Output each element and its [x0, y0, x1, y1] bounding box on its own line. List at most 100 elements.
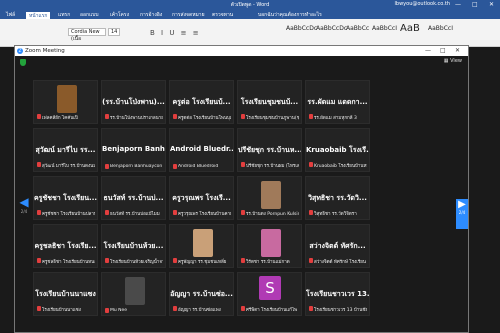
muted-mic-icon	[37, 162, 41, 167]
tab-references[interactable]: การอ้างอิง	[140, 11, 162, 19]
participant-tile[interactable]: ครูพัญญา รร.ชุมชนเหลี่ย	[169, 224, 234, 268]
participant-label-text: โรงเรียนบ้านห้วยเจริญน้ำจา	[110, 260, 163, 265]
participant-display-name: โรงเรียนบ้านห้วย...	[103, 242, 164, 250]
participant-label-text: ศรีพิดา โรงเรียนบ้านแก้ไพ	[246, 308, 298, 313]
page-indicator-right: 2/4	[458, 210, 466, 215]
muted-mic-icon	[241, 114, 245, 119]
ribbon: Cordia New (เนื้อ 14 B I U ≡ ≡ AaBbCcDc …	[0, 19, 500, 47]
participant-tile[interactable]: ครูชลธิชา โรงเรีย... ครูชลธิชา โรงเรียนบ้…	[33, 224, 98, 268]
muted-mic-icon	[309, 210, 313, 215]
participant-label-text: ครูชัชชา โรงเรียนบ้านปลาหัวแท่	[42, 212, 95, 217]
participant-display-name: Benjaporn Banh...	[102, 145, 165, 153]
participant-tile[interactable]: โรงเรียนชาวเวร 13... โรงเรียนชาวเวร 13 บ้…	[305, 272, 370, 316]
participant-tile[interactable]: โรงเรียนบ้านนาแซง โรงเรียนบ้านนาแซง	[33, 272, 98, 316]
muted-mic-icon	[105, 258, 109, 263]
view-label: View	[450, 58, 462, 64]
muted-mic-icon	[105, 210, 109, 215]
tab-layout[interactable]: เค้าโครง	[110, 11, 129, 19]
participant-tile[interactable]: (รร.บ้านโป่งพาน)... รร.บ้านโป่งพานปราเกลน…	[101, 80, 166, 124]
participant-display-name: ครูชัชชา โรงเรียน...	[34, 194, 97, 202]
font-name-select[interactable]: Cordia New (เนื้อ	[68, 28, 106, 42]
tab-insert[interactable]: แทรก	[58, 11, 70, 19]
style-heading2[interactable]: AaBbCcI	[372, 23, 397, 41]
muted-mic-icon	[173, 164, 177, 169]
muted-mic-icon	[173, 258, 177, 263]
font-size-select[interactable]: 14	[108, 28, 120, 36]
view-button[interactable]: ▦ View	[444, 58, 462, 64]
participant-name-label: วิสุทธิชา รร.วัดวิจิตรา	[309, 210, 367, 217]
participant-display-name: ครูชลธิชา โรงเรีย...	[34, 242, 97, 250]
account-name[interactable]: lbwyou@outlook.co.th	[395, 1, 450, 7]
participant-label-text: โรงเรียนบ้านนาแซง	[42, 308, 81, 313]
prev-page-button[interactable]: ◀ 2/4	[17, 195, 31, 223]
muted-mic-icon	[309, 162, 313, 167]
participant-tile[interactable]: เฟลคลีย์ก ไคคันเปิ	[33, 80, 98, 124]
participant-tile[interactable]: โรงเรียนบ้านห้วย... โรงเรียนบ้านห้วยเจริญ…	[101, 224, 166, 268]
participant-tile[interactable]: วิสุทธิชา รร.วัดวิ... วิสุทธิชา รร.วัดวิจ…	[305, 176, 370, 220]
participant-tile[interactable]: Benjaporn Banh... Benjaporn Banhuaycon	[101, 128, 166, 172]
tab-review[interactable]: ตรวจทาน	[212, 11, 233, 19]
participant-tile[interactable]: Android Bluedr... Android Bluedroid	[169, 128, 234, 172]
tell-me-box[interactable]: บอกฉันว่าคุณต้องการทำอะไร	[258, 11, 322, 19]
participant-video	[261, 181, 281, 209]
muted-mic-icon	[37, 114, 41, 119]
participant-label-text: ธนวัสท์ รร.บ้านบ่อแบ้ไมม	[110, 212, 160, 217]
close-icon[interactable]: ✕	[489, 1, 494, 8]
participant-display-name: โรงเรียนชุมชนบ้...	[240, 98, 299, 106]
participant-display-name: Kruaobaib โรงเรี...	[306, 146, 369, 154]
style-subtitle[interactable]: AaBbCcI	[428, 23, 453, 41]
participant-name-label: โรงเรียนบ้านห้วยเจริญน้ำจา	[105, 258, 163, 265]
participant-tile[interactable]: Kruaobaib โรงเรี... Kruaobaib โรงเรียนบ้า…	[305, 128, 370, 172]
participant-tile[interactable]: ครูวรุณพร โรงเรี... ครูวรุณพร โรงเรียนบ้า…	[169, 176, 234, 220]
style-heading1[interactable]: AaBbCc	[346, 23, 369, 41]
participant-display-name: (รร.บ้านโป่งพาน)...	[102, 98, 165, 106]
style-normal[interactable]: AaBbCcDc	[286, 23, 317, 41]
participant-name-label: ครูตต่อ โรงเรียนบ้านโพนบุญ	[173, 114, 231, 121]
participant-name-label: สว่างจิตต์ ทัศรักษ์ โรงเรียน	[309, 258, 367, 265]
participant-tile[interactable]: รร.บ้านดง Pornpun Kulsiri	[237, 176, 302, 220]
muted-mic-icon	[37, 306, 41, 311]
tab-file[interactable]: ไฟล์	[6, 11, 15, 19]
participant-tile[interactable]: โรงเรียนชุมชนบ้... โรงเรียนชุมชนบ้านภูพาน…	[237, 80, 302, 124]
tab-design[interactable]: ออกแบบ	[80, 11, 99, 19]
participant-tile[interactable]: ครูชัชชา โรงเรียน... ครูชัชชา โรงเรียนบ้า…	[33, 176, 98, 220]
participant-tile[interactable]: รร.ผัดแม แดดกา... รร.ผัดแม สามหุกกลี 3	[305, 80, 370, 124]
participant-tile[interactable]: ธนวัสท์ รร.บ้านบ่... ธนวัสท์ รร.บ้านบ่อแบ…	[101, 176, 166, 220]
participant-name-label: Kruaobaib โรงเรียนบ้านหนอง	[309, 162, 367, 169]
participant-tile[interactable]: Mu Nee	[101, 272, 166, 316]
next-page-button[interactable]: ▶ 2/4	[456, 199, 468, 229]
zoom-window: Z Zoom Meeting — □ ✕ ▦ View ◀ 2/4 ▶ 2/4 เฟ…	[14, 45, 469, 333]
format-icons[interactable]: B I U ≡ ≡	[150, 29, 201, 37]
ribbon-tabs: ไฟล์ หน้าแรก แทรก ออกแบบ เค้าโครง การอ้า…	[0, 10, 500, 19]
participant-name-label: โรงเรียนชุมชนบ้านภูพาน(ชุมชนบ้าน)	[241, 114, 299, 121]
participant-name-label: โรงเรียนบ้านนาแซง	[37, 306, 95, 313]
participant-name-label: ศรีพิดา โรงเรียนบ้านแก้ไพ	[241, 306, 299, 313]
zoom-close-icon[interactable]: ✕	[455, 46, 460, 56]
participant-display-name: โรงเรียนชาวเวร 13...	[306, 290, 369, 298]
participant-tile[interactable]: ครูต่อ โรงเรียนบ้... ครูตต่อ โรงเรียนบ้าน…	[169, 80, 234, 124]
muted-mic-icon	[241, 210, 245, 215]
participant-tile[interactable]: วิรัตชา รร.บ้านแม่กาด	[237, 224, 302, 268]
participant-tile[interactable]: อัญญา รร.บ้านซ่อ... อัญญา รร.บ้านซ่อแพง	[169, 272, 234, 316]
minimize-icon[interactable]: —	[455, 1, 461, 8]
participant-tile[interactable]: ปรีชัยชุก รร.บ้านห... ปรีชัยชุก รร.บ้านผม…	[237, 128, 302, 172]
zoom-minimize-icon[interactable]: —	[425, 46, 431, 56]
style-no-spacing[interactable]: AaBbCcDc	[316, 23, 347, 41]
participant-tile[interactable]: S ศรีพิดา โรงเรียนบ้านแก้ไพ	[237, 272, 302, 316]
muted-mic-icon	[309, 114, 313, 119]
participant-label-text: Benjaporn Banhuaycon	[110, 164, 163, 169]
participant-display-name: รร.ผัดแม แดดกา...	[307, 98, 368, 106]
participant-tile[interactable]: สุวัฒน์ มารีไบ รร... สุวัฒน์ มารีไบ รร.บ้…	[33, 128, 98, 172]
participant-tile[interactable]: สว่างจิตต์ ทัศรัก... สว่างจิตต์ ทัศรักษ์ …	[305, 224, 370, 268]
participant-label-text: Mu Nee	[110, 308, 128, 313]
participant-name-label: ครูชลธิชา โรงเรียนบ้านหนองห	[37, 258, 95, 265]
participant-name-label: รร.บ้านโป่งพานปราเกลนายม	[105, 114, 163, 121]
security-shield-icon[interactable]	[20, 59, 26, 66]
tab-home[interactable]: หน้าแรก	[26, 12, 51, 19]
zoom-maximize-icon[interactable]: □	[440, 46, 446, 56]
style-title[interactable]: AaB	[400, 23, 420, 41]
participant-display-name: ธนวัสท์ รร.บ้านบ่...	[103, 194, 164, 202]
tab-mailings[interactable]: การส่งจดหมาย	[172, 11, 205, 19]
maximize-icon[interactable]: □	[472, 1, 478, 8]
participant-label-text: รร.บ้านดง Pornpun Kulsiri	[246, 212, 299, 217]
